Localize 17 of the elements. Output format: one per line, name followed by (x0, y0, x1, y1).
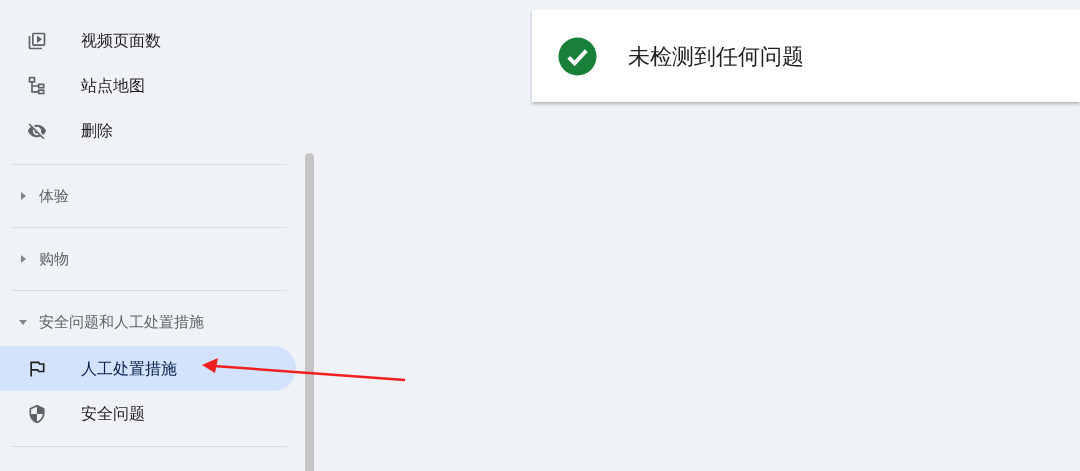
caret-right-icon (18, 254, 28, 264)
scrollbar[interactable] (305, 153, 314, 471)
check-circle-icon (558, 36, 597, 76)
caret-right-icon (18, 191, 28, 201)
nav-item[interactable]: 视频页面数 (0, 18, 296, 63)
nav-item[interactable]: 站点地图 (0, 63, 296, 108)
shield-icon (27, 403, 47, 424)
video-icon (27, 30, 47, 51)
status-message: 未检测到任何问题 (628, 42, 804, 71)
nav-item[interactable]: 安全问题 (0, 391, 296, 436)
section-header[interactable]: 体验 (0, 176, 290, 216)
nav-item[interactable]: 人工处置措施 (0, 346, 296, 391)
section-header[interactable]: 安全问题和人工处置措施 (0, 302, 290, 342)
section-header[interactable]: 购物 (0, 239, 290, 279)
caret-down-icon (18, 317, 28, 327)
nav-item[interactable]: 删除 (0, 108, 296, 153)
sitemap-icon (27, 75, 47, 96)
